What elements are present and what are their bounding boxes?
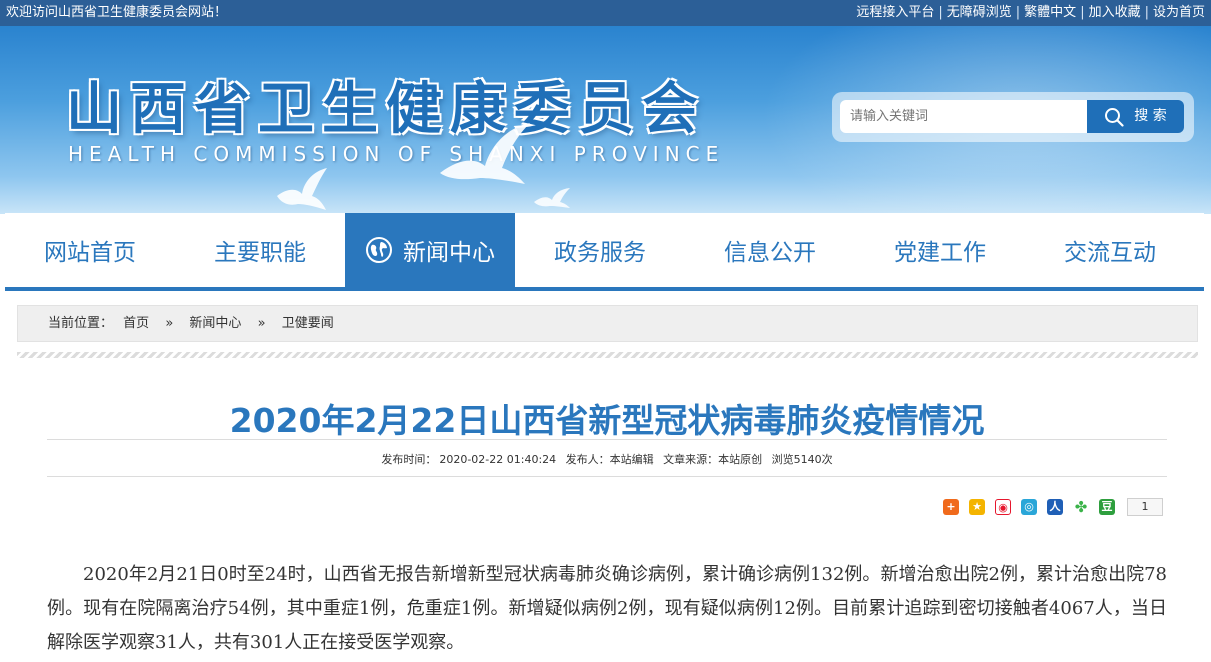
top-links: 远程接入平台 | 无障碍浏览 | 繁體中文 | 加入收藏 | 设为首页 <box>856 0 1205 26</box>
nav-item-label: 政务服务 <box>554 240 646 266</box>
divider <box>47 439 1167 440</box>
separator: | <box>1144 5 1149 20</box>
nav-item-home[interactable]: 网站首页 <box>5 213 175 287</box>
search-button-label: 搜 索 <box>1134 108 1167 124</box>
divider <box>17 352 1198 358</box>
separator: | <box>1015 5 1021 20</box>
qzone-star-icon[interactable]: ★ <box>969 499 985 515</box>
article-title: 2020年2月22日山西省新型冠状病毒肺炎疫情情况 <box>229 401 985 440</box>
share-count: 1 <box>1127 498 1163 516</box>
nav-item-news[interactable]: 新闻中心 <box>345 213 515 287</box>
divider <box>47 476 1167 477</box>
site-title: 山西省卫生健康委员会 <box>66 77 706 142</box>
nav-item-label: 党建工作 <box>894 240 986 266</box>
view-count: 浏览5140次 <box>771 453 833 466</box>
top-bar: 欢迎访问山西省卫生健康委员会网站！ 远程接入平台 | 无障碍浏览 | 繁體中文 … <box>0 0 1211 26</box>
article-meta: 发布时间： 2020-02-22 01:40:24 发布人：本站编辑 文章来源：本… <box>47 451 1167 467</box>
remote-access-link[interactable]: 远程接入平台 <box>856 0 934 26</box>
breadcrumb: 当前位置： 首页 » 新闻中心 » 卫健要闻 <box>17 305 1198 342</box>
separator: | <box>938 5 943 20</box>
search-button[interactable]: 搜 索 <box>1087 100 1184 133</box>
accessibility-link[interactable]: 无障碍浏览 <box>947 0 1012 26</box>
breadcrumb-separator: » <box>257 316 266 331</box>
nav-item-party[interactable]: 党建工作 <box>855 213 1025 287</box>
publisher: 发布人：本站编辑 <box>565 453 654 466</box>
site-subtitle: HEALTH COMMISSION OF SHANXI PROVINCE <box>68 142 725 166</box>
set-homepage-link[interactable]: 设为首页 <box>1153 0 1205 26</box>
article-body: 2020年2月21日0时至24时，山西省无报告新增新型冠状病毒肺炎确诊病例，累计… <box>47 564 1167 653</box>
nav-item-label: 网站首页 <box>44 240 136 266</box>
search-icon <box>1105 107 1124 127</box>
search-input[interactable] <box>840 100 1090 133</box>
plus-share-icon[interactable]: + <box>943 499 959 515</box>
breadcrumb-prefix: 当前位置： <box>48 316 114 331</box>
nav-item-label: 主要职能 <box>214 240 306 266</box>
weibo-icon[interactable]: ◉ <box>995 499 1011 515</box>
nav-item-label: 交流互动 <box>1064 240 1156 266</box>
globe-icon <box>366 237 392 263</box>
welcome-text: 欢迎访问山西省卫生健康委员会网站！ <box>6 5 228 20</box>
breadcrumb-current[interactable]: 卫健要闻 <box>282 316 334 331</box>
dove-decoration <box>440 123 530 184</box>
nav-item-interaction[interactable]: 交流互动 <box>1025 213 1195 287</box>
breadcrumb-separator: » <box>165 316 174 331</box>
search-box: 搜 索 <box>832 92 1194 142</box>
published-label: 发布时间： <box>381 453 437 466</box>
nav-item-label: 信息公开 <box>724 240 816 266</box>
douban-icon[interactable]: 豆 <box>1099 499 1115 515</box>
share-bar: + ★ ◉ ◎ 人 ✤ 豆 1 <box>943 498 1163 516</box>
dove-decoration <box>534 188 570 208</box>
article-source: 文章来源：本站原创 <box>663 453 763 466</box>
breadcrumb-news-center[interactable]: 新闻中心 <box>189 316 241 331</box>
nav-item-services[interactable]: 政务服务 <box>515 213 685 287</box>
add-favorite-link[interactable]: 加入收藏 <box>1089 0 1141 26</box>
published-time: 2020-02-22 01:40:24 <box>439 453 557 466</box>
header-banner: 山西省卫生健康委员会 HEALTH COMMISSION OF SHANXI P… <box>0 26 1211 214</box>
main-nav: 网站首页 主要职能 新闻中心 政务服务 信息公开 党建工作 交流互动 <box>5 213 1204 291</box>
separator: | <box>1080 5 1085 20</box>
nav-item-disclosure[interactable]: 信息公开 <box>685 213 855 287</box>
kaixin-clover-icon[interactable]: ✤ <box>1073 499 1089 515</box>
traditional-chinese-link[interactable]: 繁體中文 <box>1024 0 1076 26</box>
dove-decoration <box>277 168 327 210</box>
tencent-weibo-icon[interactable]: ◎ <box>1021 499 1037 515</box>
nav-item-functions[interactable]: 主要职能 <box>175 213 345 287</box>
renren-icon[interactable]: 人 <box>1047 499 1063 515</box>
breadcrumb-home[interactable]: 首页 <box>123 316 149 331</box>
nav-item-label: 新闻中心 <box>403 240 495 266</box>
